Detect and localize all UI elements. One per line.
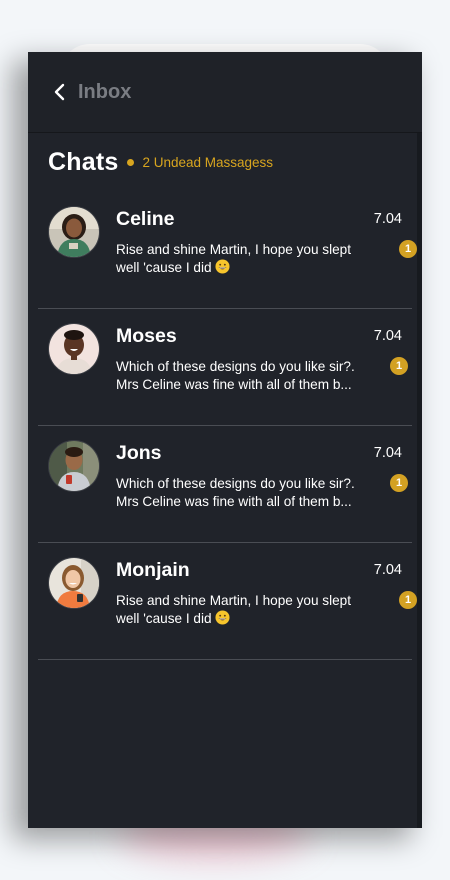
- chat-item-moses[interactable]: Moses 7.04 Which of these designs do you…: [28, 309, 422, 426]
- avatar[interactable]: [48, 206, 100, 258]
- message-line-2-text: well 'cause I did: [116, 610, 212, 626]
- divider: [38, 659, 412, 660]
- message-time: 7.04: [373, 328, 402, 344]
- grinning-face-icon: [215, 258, 230, 274]
- header-title: Inbox: [78, 80, 132, 103]
- chat-item-monjain[interactable]: Monjain 7.04 Rise and shine Martin, I ho…: [28, 543, 422, 660]
- message-line-2: well 'cause I did: [116, 258, 366, 277]
- contact-name: Monjain: [116, 559, 190, 581]
- unread-count-label[interactable]: 2 Undead Massagess: [142, 155, 273, 170]
- chat-item-celine[interactable]: Celine 7.04 Rise and shine Martin, I hop…: [28, 192, 422, 309]
- message-preview: Rise and shine Martin, I hope you slept …: [116, 592, 366, 627]
- message-preview: Which of these designs do you like sir?.…: [116, 475, 366, 510]
- grinning-face-icon: [215, 609, 230, 625]
- avatar[interactable]: [48, 323, 100, 375]
- message-line-1: Which of these designs do you like sir?.: [116, 359, 355, 374]
- message-time: 7.04: [373, 211, 402, 227]
- unread-badge: 1: [390, 357, 408, 375]
- message-line-2: Mrs Celine was fine with all of them b..…: [116, 493, 352, 509]
- message-time: 7.04: [373, 562, 402, 578]
- back-button[interactable]: [48, 80, 72, 104]
- message-line-2: well 'cause I did: [116, 609, 366, 628]
- avatar[interactable]: [48, 440, 100, 492]
- app-screen: Inbox Chats 2 Undead Massagess Celine 7.…: [28, 52, 422, 828]
- avatar[interactable]: [48, 557, 100, 609]
- message-line-1: Which of these designs do you like sir?.: [116, 476, 355, 491]
- message-line-1: Rise and shine Martin, I hope you slept: [116, 593, 352, 608]
- unread-badge: 1: [390, 474, 408, 492]
- message-line-2: Mrs Celine was fine with all of them b..…: [116, 376, 352, 392]
- unread-badge: 1: [399, 240, 417, 258]
- top-bar: Inbox: [28, 52, 422, 133]
- chat-list: Celine 7.04 Rise and shine Martin, I hop…: [28, 192, 422, 660]
- contact-name: Moses: [116, 325, 177, 347]
- message-line-1: Rise and shine Martin, I hope you slept: [116, 242, 352, 257]
- message-preview: Which of these designs do you like sir?.…: [116, 358, 366, 393]
- contact-name: Jons: [116, 442, 162, 464]
- message-preview: Rise and shine Martin, I hope you slept …: [116, 241, 366, 276]
- unread-dot-icon: [127, 159, 135, 166]
- chevron-left-icon: [54, 83, 65, 101]
- page-title: Chats: [48, 148, 119, 176]
- chat-item-jons[interactable]: Jons 7.04 Which of these designs do you …: [28, 426, 422, 543]
- chats-heading-row: Chats 2 Undead Massagess: [48, 148, 273, 177]
- message-line-2-text: well 'cause I did: [116, 259, 212, 275]
- contact-name: Celine: [116, 208, 175, 230]
- message-time: 7.04: [373, 445, 402, 461]
- unread-badge: 1: [399, 591, 417, 609]
